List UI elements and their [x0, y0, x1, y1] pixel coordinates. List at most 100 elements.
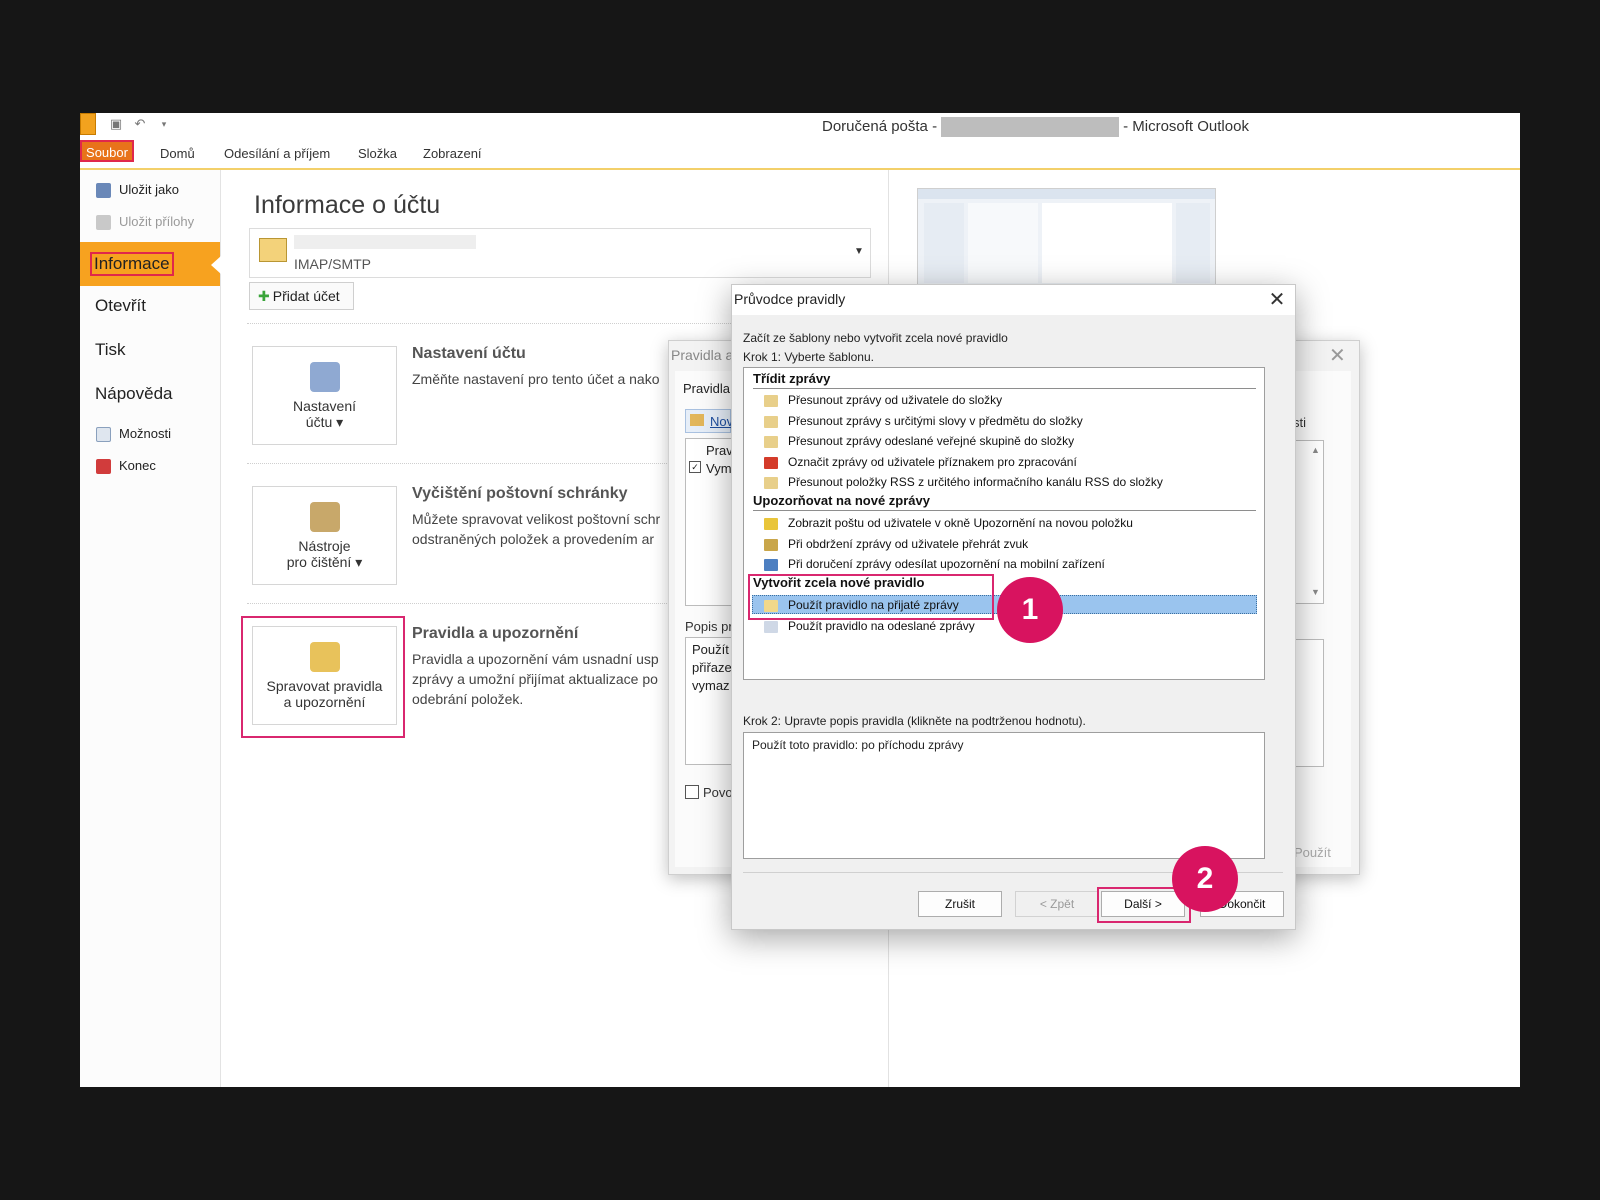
- backstage-nav: Uložit jako Uložit přílohy Informace Ote…: [80, 170, 221, 1087]
- section-title: Pravidla a upozornění: [412, 625, 579, 642]
- section-desc: Změňte nastavení pro tento účet a nako: [412, 371, 660, 387]
- tab-soubor[interactable]: Soubor: [80, 140, 134, 162]
- close-icon[interactable]: ✕: [1266, 287, 1288, 312]
- new-rule-icon: [690, 414, 704, 426]
- move-folder-icon: [764, 415, 778, 428]
- flag-icon: [764, 456, 778, 469]
- tab-domu[interactable]: Domů: [160, 146, 195, 161]
- nav-print[interactable]: Tisk: [95, 340, 126, 360]
- thumbnail-todo: [1176, 203, 1210, 283]
- thumbnail-header: [918, 189, 1215, 199]
- item-label: Přesunout položky RSS z určitého informa…: [788, 475, 1163, 489]
- nav-info-pointer: [211, 256, 221, 274]
- close-icon[interactable]: ✕: [1329, 343, 1346, 368]
- list-item[interactable]: Při doručení zprávy odesílat upozornění …: [764, 555, 1105, 573]
- item-label: Označit zprávy od uživatele příznakem pr…: [788, 455, 1077, 469]
- nav-exit-label: Konec: [119, 458, 156, 473]
- redacted-account-name: [294, 235, 476, 249]
- account-settings-tile[interactable]: Nastavení účtu ▾: [252, 346, 397, 445]
- tab-odesilani[interactable]: Odesílání a příjem: [224, 146, 330, 161]
- section-title: Nastavení účtu: [412, 345, 526, 362]
- step-badge-2: 2: [1172, 846, 1238, 912]
- rule-description-box[interactable]: Použít toto pravidlo: po příchodu zprávy: [743, 732, 1265, 859]
- nav-exit[interactable]: Konec: [96, 458, 156, 475]
- undo-icon[interactable]: ↶: [132, 116, 148, 132]
- nav-help[interactable]: Nápověda: [95, 384, 173, 404]
- item-label: Přesunout zprávy od uživatele do složky: [788, 393, 1003, 407]
- step1-label: Krok 1: Vyberte šablonu.: [743, 350, 874, 364]
- thumbnail-reading: [1042, 203, 1172, 283]
- thumbnail-list: [968, 203, 1038, 283]
- qat-customize-icon[interactable]: ▾: [156, 116, 172, 132]
- highlight-frame: [748, 574, 994, 620]
- rule-description-text: Použít toto pravidlo: po příchodu zprávy: [752, 738, 964, 752]
- dialog-title: Pravidla a: [671, 347, 734, 363]
- list-item[interactable]: Přesunout zprávy od uživatele do složky: [764, 391, 1002, 409]
- ribbon-tabs: Soubor Domů Odesílání a příjem Složka Zo…: [80, 140, 1520, 170]
- new-rule-label: Nov: [710, 414, 734, 429]
- window-title: Doručená pošta - - Microsoft Outlook: [822, 117, 1249, 137]
- enable-checkbox[interactable]: [685, 785, 699, 799]
- list-item[interactable]: Přesunout zprávy s určitými slovy v před…: [764, 412, 1083, 430]
- enable-label: Povo: [703, 785, 733, 800]
- outlook-app-icon[interactable]: [80, 113, 96, 135]
- add-account-button[interactable]: ✚ Přidat účet: [249, 282, 354, 310]
- section-desc: zprávy a umožní přijímat aktualizace po: [412, 671, 658, 687]
- nav-save-as-label: Uložit jako: [119, 182, 179, 197]
- scroll-up-icon[interactable]: ▲: [1311, 445, 1320, 455]
- item-label: Použít pravidlo na odeslané zprávy: [788, 619, 975, 633]
- scroll-down-icon[interactable]: ▼: [1311, 587, 1320, 597]
- add-account-label: Přidat účet: [272, 288, 340, 304]
- save-icon[interactable]: ▣: [108, 116, 124, 132]
- desc-label: Popis pr: [685, 619, 733, 634]
- nav-save-attachments-label: Uložit přílohy: [119, 214, 195, 229]
- cancel-button[interactable]: Zrušit: [918, 891, 1002, 917]
- nav-info[interactable]: Informace: [80, 242, 221, 286]
- rule-name[interactable]: Vym: [706, 461, 732, 476]
- item-label: Při doručení zprávy odesílat upozornění …: [788, 557, 1105, 571]
- apply-button[interactable]: Použít: [1294, 845, 1331, 860]
- nav-options-label: Možnosti: [119, 426, 172, 441]
- list-item[interactable]: Při obdržení zprávy od uživatele přehrát…: [764, 535, 1028, 553]
- group-divider: [753, 510, 1256, 511]
- new-rule-button[interactable]: Nov: [685, 409, 734, 433]
- section-desc: Můžete spravovat velikost poštovní schr: [412, 511, 661, 527]
- section-desc: odebrání položek.: [412, 691, 524, 707]
- template-list[interactable]: Třídit zprávy Přesunout zprávy od uživat…: [743, 367, 1265, 680]
- tab-slozka[interactable]: Složka: [358, 146, 397, 161]
- list-item[interactable]: Zobrazit poštu od uživatele v okně Upozo…: [764, 514, 1133, 532]
- alert-star-icon: [764, 517, 778, 530]
- tab-rules[interactable]: Pravidla: [683, 381, 730, 396]
- back-button[interactable]: < Zpět: [1015, 891, 1099, 917]
- sound-icon: [764, 538, 778, 551]
- column-header: Prav: [706, 443, 733, 458]
- tile-label-line2: pro čištění ▾: [286, 554, 363, 570]
- rule-checkbox[interactable]: ✓: [689, 461, 701, 473]
- list-item[interactable]: Označit zprávy od uživatele příznakem pr…: [764, 453, 1077, 471]
- rules-list[interactable]: Prav ✓ Vym: [685, 438, 733, 606]
- cleanup-tools-tile[interactable]: Nástroje pro čištění ▾: [252, 486, 397, 585]
- account-folder-icon: [259, 238, 287, 262]
- section-desc: odstraněných položek a provedením ar: [412, 531, 655, 547]
- nav-save-as[interactable]: Uložit jako: [96, 182, 179, 199]
- move-folder-icon: [764, 476, 778, 489]
- list-item[interactable]: Přesunout zprávy odeslané veřejné skupin…: [764, 432, 1074, 450]
- chevron-down-icon[interactable]: ▼: [854, 246, 864, 257]
- tab-zobrazeni[interactable]: Zobrazení: [423, 146, 482, 161]
- list-item[interactable]: Přesunout položky RSS z určitého informa…: [764, 473, 1163, 491]
- move-folder-icon: [764, 394, 778, 407]
- move-folder-icon: [764, 435, 778, 448]
- cleanup-icon: [309, 502, 340, 532]
- page-title: Informace o účtu: [254, 191, 441, 219]
- nav-options[interactable]: Možnosti: [96, 426, 172, 443]
- nav-open[interactable]: Otevřít: [95, 296, 146, 316]
- wizard-intro: Začít ze šablony nebo vytvořit zcela nov…: [743, 331, 1008, 345]
- account-selector[interactable]: IMAP/SMTP ▼: [249, 228, 871, 278]
- account-settings-icon: [309, 362, 340, 392]
- wizard-title: Průvodce pravidly: [734, 291, 846, 307]
- wizard-title-bar: Průvodce pravidly ✕: [732, 285, 1295, 315]
- desc-line: přiřaze: [692, 660, 732, 675]
- exit-icon: [96, 459, 111, 475]
- nav-save-attachments[interactable]: Uložit přílohy: [96, 214, 195, 231]
- group-divider: [753, 388, 1256, 389]
